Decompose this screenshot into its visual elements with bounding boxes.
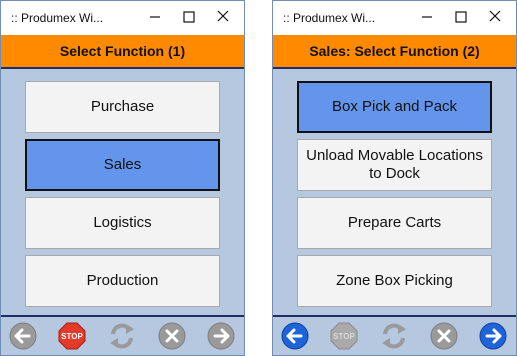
minimize-icon[interactable]: [416, 7, 438, 27]
purchase-button[interactable]: Purchase: [25, 81, 220, 133]
window-title: :: Produmex Wi...: [11, 11, 104, 25]
right-window: :: Produmex Wi... Sales: Select Function…: [272, 0, 517, 356]
cancel-icon[interactable]: [157, 321, 187, 351]
logistics-button[interactable]: Logistics: [25, 197, 220, 249]
close-icon[interactable]: [484, 7, 506, 27]
unload-movable-locations-button[interactable]: Unload Movable Locations to Dock: [297, 139, 492, 191]
title-bar[interactable]: :: Produmex Wi...: [273, 1, 516, 35]
refresh-icon[interactable]: [379, 321, 409, 351]
cancel-icon[interactable]: [429, 321, 459, 351]
box-pick-and-pack-button[interactable]: Box Pick and Pack: [297, 81, 492, 133]
prepare-carts-button[interactable]: Prepare Carts: [297, 197, 492, 249]
production-button[interactable]: Production: [25, 255, 220, 307]
left-window: :: Produmex Wi... Select Function (1) Pu…: [0, 0, 245, 356]
stop-label: STOP: [61, 332, 83, 341]
title-bar[interactable]: :: Produmex Wi...: [1, 1, 244, 35]
stop-icon[interactable]: STOP: [329, 321, 359, 351]
forward-icon[interactable]: [206, 321, 236, 351]
maximize-icon[interactable]: [178, 7, 200, 27]
function-header: Select Function (1): [1, 35, 244, 69]
sales-button[interactable]: Sales: [25, 139, 220, 191]
back-icon[interactable]: [280, 321, 310, 351]
stop-label: STOP: [333, 332, 355, 341]
stop-icon[interactable]: STOP: [57, 321, 87, 351]
footer-toolbar: STOP: [273, 317, 516, 356]
function-header: Sales: Select Function (2): [273, 35, 516, 69]
zone-box-picking-button[interactable]: Zone Box Picking: [297, 255, 492, 307]
minimize-icon[interactable]: [144, 7, 166, 27]
close-icon[interactable]: [212, 7, 234, 27]
forward-icon[interactable]: [478, 321, 508, 351]
maximize-icon[interactable]: [450, 7, 472, 27]
back-icon[interactable]: [8, 321, 38, 351]
window-title: :: Produmex Wi...: [283, 11, 376, 25]
footer-toolbar: STOP: [1, 317, 244, 356]
refresh-icon[interactable]: [107, 321, 137, 351]
